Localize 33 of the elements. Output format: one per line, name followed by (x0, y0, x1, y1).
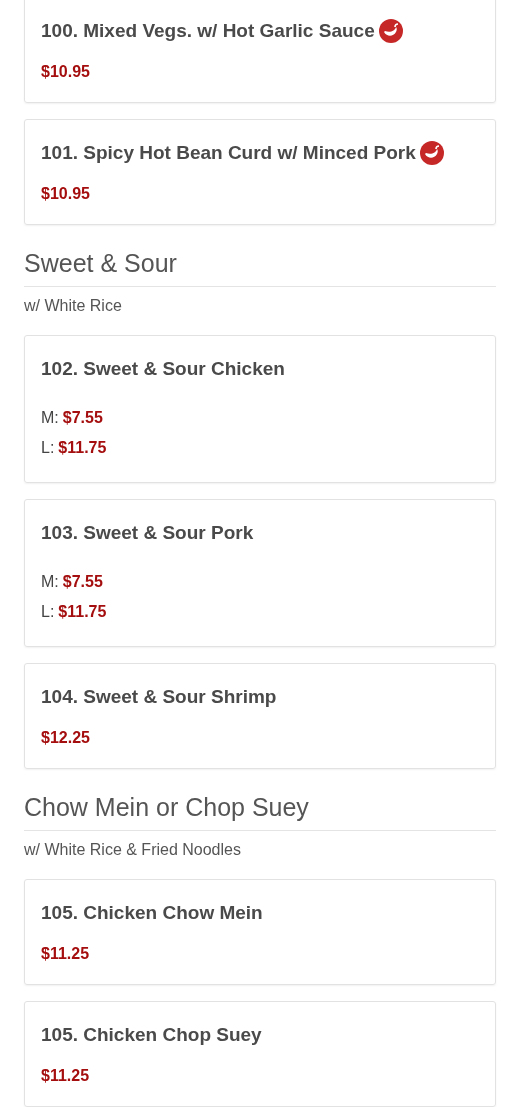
section-heading: Sweet & Sour (24, 243, 496, 287)
item-name: 105. Chicken Chow Mein (41, 902, 263, 924)
size-label: M: (41, 408, 59, 428)
item-name: 104. Sweet & Sour Shrimp (41, 686, 277, 708)
section-heading: Chow Mein or Chop Suey (24, 787, 496, 831)
size-label: L: (41, 438, 55, 458)
item-price: $10.95 (41, 184, 90, 204)
menu-item-card[interactable]: 105. Chicken Chow Mein $11.25 (24, 879, 496, 985)
item-price: $11.75 (58, 438, 107, 458)
menu-item-card[interactable]: 100. Mixed Vegs. w/ Hot Garlic Sauce $10.95 (24, 0, 496, 103)
item-price: $7.55 (62, 572, 103, 592)
item-price: $11.75 (58, 602, 107, 622)
item-price: $7.55 (62, 408, 103, 428)
section-subtitle: w/ White Rice & Fried Noodles (24, 841, 242, 859)
item-name: 101. Spicy Hot Bean Curd w/ Minced Pork (41, 142, 416, 164)
chili-pepper-icon (378, 19, 403, 43)
menu-item-card[interactable]: 102. Sweet & Sour Chicken M: $7.55 L: $11.75 (24, 335, 496, 483)
item-name: 105. Chicken Chop Suey (41, 1024, 262, 1046)
size-label: M: (41, 572, 59, 592)
item-price: $11.25 (41, 1066, 90, 1086)
menu-item-card[interactable]: 103. Sweet & Sour Pork M: $7.55 L: $11.75 (24, 499, 496, 647)
chili-pepper-icon (419, 141, 444, 165)
menu-item-card[interactable]: 101. Spicy Hot Bean Curd w/ Minced Pork $10.95 (24, 119, 496, 225)
item-price: $10.95 (41, 62, 90, 82)
menu-item-card[interactable]: 104. Sweet & Sour Shrimp $12.25 (24, 663, 496, 769)
item-name: 103. Sweet & Sour Pork (41, 522, 254, 544)
item-name: 102. Sweet & Sour Chicken (41, 358, 285, 380)
size-label: L: (41, 602, 55, 622)
section-subtitle: w/ White Rice (24, 297, 123, 315)
item-name: 100. Mixed Vegs. w/ Hot Garlic Sauce (41, 20, 375, 42)
menu-item-card[interactable]: 105. Chicken Chop Suey $11.25 (24, 1001, 496, 1107)
item-price: $11.25 (41, 944, 90, 964)
item-price: $12.25 (41, 728, 90, 748)
